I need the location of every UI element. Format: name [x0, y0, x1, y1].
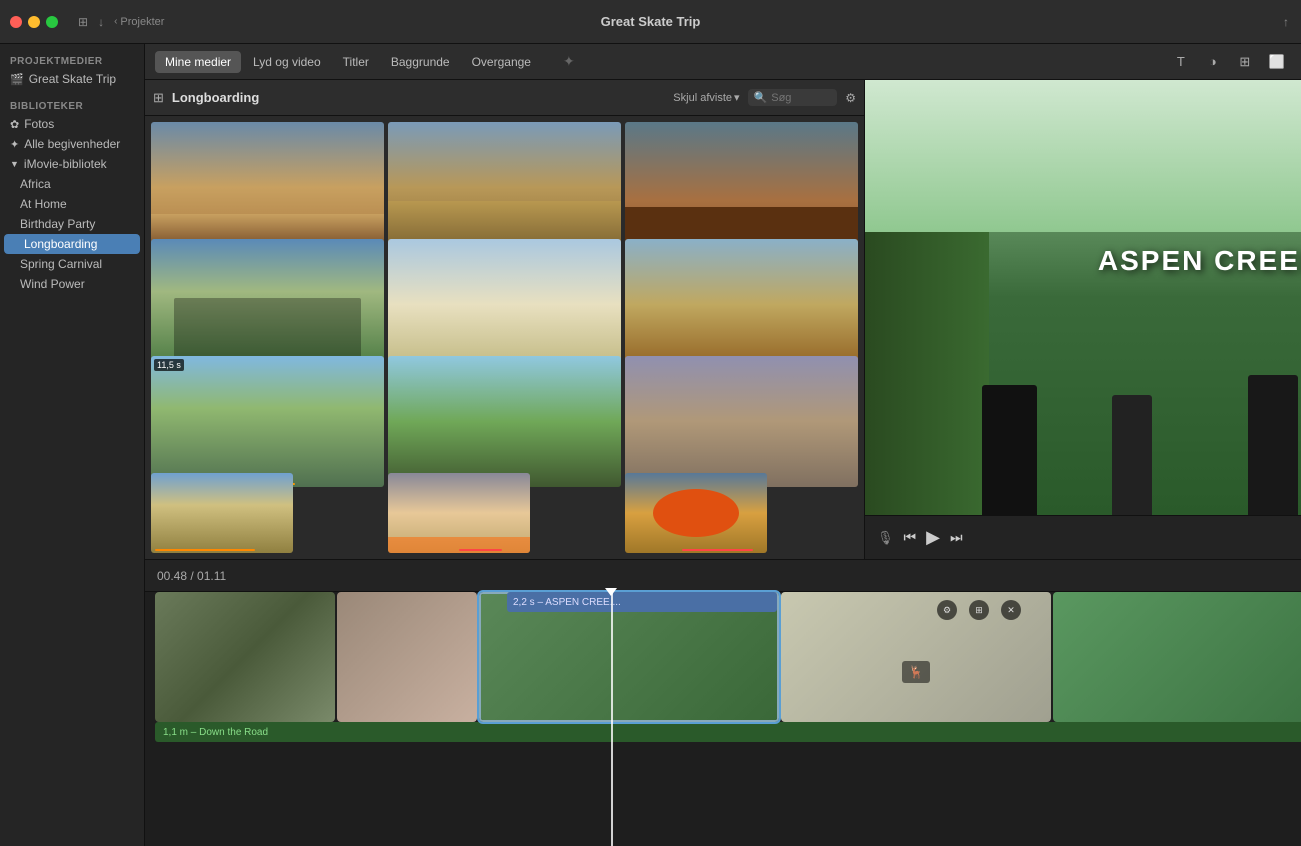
minimize-button[interactable]: [28, 16, 40, 28]
tab-lyd-og-video[interactable]: Lyd og video: [243, 51, 331, 73]
media-thumb-6[interactable]: [625, 239, 858, 370]
clip-close-icon: ✕: [1001, 600, 1021, 620]
search-icon: 🔍: [754, 91, 768, 104]
media-thumb-11[interactable]: [388, 473, 530, 553]
audio-track-label: 1,1 m – Down the Road: [163, 727, 268, 738]
imovie-bibliotek-label: ▼ iMovie-bibliotek: [0, 154, 144, 174]
sidebar-item-spring-carnival[interactable]: Spring Carnival: [0, 254, 144, 274]
browser-title: Longboarding: [172, 90, 259, 105]
chevron-down-icon: ▼: [10, 159, 19, 169]
search-input[interactable]: [771, 92, 831, 104]
maximize-button[interactable]: [46, 16, 58, 28]
tab-baggrunde[interactable]: Baggrunde: [381, 51, 460, 73]
close-button[interactable]: [10, 16, 22, 28]
timeline-timecode: 00.48 / 01.11: [157, 569, 226, 583]
back-projekter-button[interactable]: ‹ Projekter: [114, 16, 164, 28]
person-silhouette-1: [982, 385, 1037, 515]
sidebar-item-at-home[interactable]: At Home: [0, 194, 144, 214]
clip-skate-road[interactable]: ⚙ ⊞ ✕ 🦌: [781, 592, 1051, 722]
timeline-area: 2,2 s – ASPEN CREE....: [145, 592, 1301, 846]
color-tool-icon[interactable]: ◑: [1201, 50, 1225, 74]
clip-overlay-icon: ⊞: [969, 600, 989, 620]
download-icon[interactable]: ↓: [98, 15, 104, 29]
media-thumb-5[interactable]: [388, 239, 621, 370]
person-silhouette-3: [1248, 375, 1298, 515]
grid-view-icon[interactable]: ⊞: [153, 90, 164, 106]
magic-wand-icon[interactable]: ✦: [563, 53, 575, 70]
sidebar-item-wind-power[interactable]: Wind Power: [0, 274, 144, 294]
silhouettes: [865, 232, 1301, 515]
clip-road[interactable]: [155, 592, 335, 722]
play-pause-button[interactable]: ▶: [926, 527, 940, 548]
prev-frame-button[interactable]: ⏮: [904, 529, 917, 546]
text-tool-icon[interactable]: T: [1169, 50, 1193, 74]
toolbar-icons: T ◑ ⊞ ⬜ ▶ ♪ ≡ ↺ ☁ ℹ Nulstil alle: [1169, 50, 1301, 74]
layout-icon[interactable]: ⊞: [78, 15, 88, 29]
clip-face1[interactable]: [337, 592, 477, 722]
sidebar-item-alle-begivenheder[interactable]: ✦ Alle begivenheder: [0, 134, 144, 154]
media-thumb-12[interactable]: [625, 473, 767, 553]
hide-rejected-button[interactable]: Skjul afviste ▾: [673, 91, 739, 104]
media-browser: ⊞ Longboarding Skjul afviste ▾ 🔍 ⚙: [145, 80, 865, 559]
media-thumb-8[interactable]: [388, 356, 621, 487]
sidebar-item-africa[interactable]: Africa: [0, 174, 144, 194]
window-title: Great Skate Trip: [601, 14, 701, 29]
playhead-indicator-top: [605, 588, 617, 596]
content-area: ⊞ Longboarding Skjul afviste ▾ 🔍 ⚙: [145, 80, 1301, 560]
clip-trees[interactable]: [1053, 592, 1301, 722]
preview-controls: 🎙 ⏮ ▶ ⏭ 00.48 / 01.11 ⤢: [865, 515, 1301, 559]
video-tool-icon[interactable]: ▶: [1297, 50, 1301, 74]
media-thumb-4[interactable]: [151, 239, 384, 370]
sidebar-item-fotos[interactable]: ✿ Fotos: [0, 114, 144, 134]
sidebar-item-birthday-party[interactable]: Birthday Party: [0, 214, 144, 234]
tab-mine-medier[interactable]: Mine medier: [155, 51, 241, 73]
media-thumb-2[interactable]: [388, 122, 621, 253]
scene-background: ASPEN CREEK: [865, 80, 1301, 515]
media-thumb-10[interactable]: [151, 473, 293, 553]
media-grid: 11,5 s: [145, 116, 864, 559]
traffic-lights: [0, 16, 58, 28]
preview-panel: ASPEN CREEK 🎙 ⏮ ▶ ⏭: [865, 80, 1301, 559]
audio-track: 1,1 m – Down the Road: [155, 722, 1301, 742]
projektmedier-label: PROJEKTMEDIER: [0, 52, 144, 69]
next-frame-button[interactable]: ⏭: [950, 529, 963, 546]
biblioteker-label: BIBLIOTEKER: [0, 97, 144, 114]
tab-titler[interactable]: Titler: [333, 51, 379, 73]
sidebar-item-great-skate-trip[interactable]: 🎬 Great Skate Trip: [0, 69, 144, 89]
chevron-down-icon: ▾: [734, 91, 740, 104]
tab-overgange[interactable]: Overgange: [462, 51, 541, 73]
title-clip[interactable]: 2,2 s – ASPEN CREE....: [507, 592, 777, 612]
right-panel: Mine medier Lyd og video Titler Baggrund…: [145, 44, 1301, 846]
crop-tool-icon[interactable]: ⊞: [1233, 50, 1257, 74]
film-icon: 🎬: [10, 73, 24, 86]
fotos-icon: ✿: [10, 118, 19, 131]
media-thumb-3[interactable]: [625, 122, 858, 253]
star-icon: ✦: [10, 138, 19, 151]
media-thumb-1[interactable]: [151, 122, 384, 253]
titlebar: ⊞ ↓ ‹ Projekter Great Skate Trip ↑: [0, 0, 1301, 44]
volume-settings-bar: 00.48 / 01.11 🏔 Indstillinger: [145, 560, 1301, 592]
search-box[interactable]: 🔍: [748, 89, 838, 106]
person-silhouette-2: [1112, 395, 1152, 515]
sidebar-item-longboarding[interactable]: Longboarding: [4, 234, 140, 254]
main-container: PROJEKTMEDIER 🎬 Great Skate Trip BIBLIOT…: [0, 44, 1301, 846]
media-thumb-7[interactable]: 11,5 s: [151, 356, 384, 487]
thumb-duration-7: 11,5 s: [154, 359, 184, 371]
tabs-bar: Mine medier Lyd og video Titler Baggrund…: [145, 44, 1301, 80]
mic-icon[interactable]: 🎙: [877, 530, 894, 546]
transform-tool-icon[interactable]: ⬜: [1265, 50, 1289, 74]
media-browser-header: ⊞ Longboarding Skjul afviste ▾ 🔍 ⚙: [145, 80, 864, 116]
preview-video: ASPEN CREEK: [865, 80, 1301, 515]
share-icon[interactable]: ↑: [1283, 15, 1289, 29]
media-thumb-9[interactable]: [625, 356, 858, 487]
deer-icon: 🦌: [902, 661, 930, 683]
settings-icon[interactable]: ⚙: [845, 91, 856, 105]
sidebar: PROJEKTMEDIER 🎬 Great Skate Trip BIBLIOT…: [0, 44, 145, 846]
speed-overlay-icon: ⚙: [937, 600, 957, 620]
